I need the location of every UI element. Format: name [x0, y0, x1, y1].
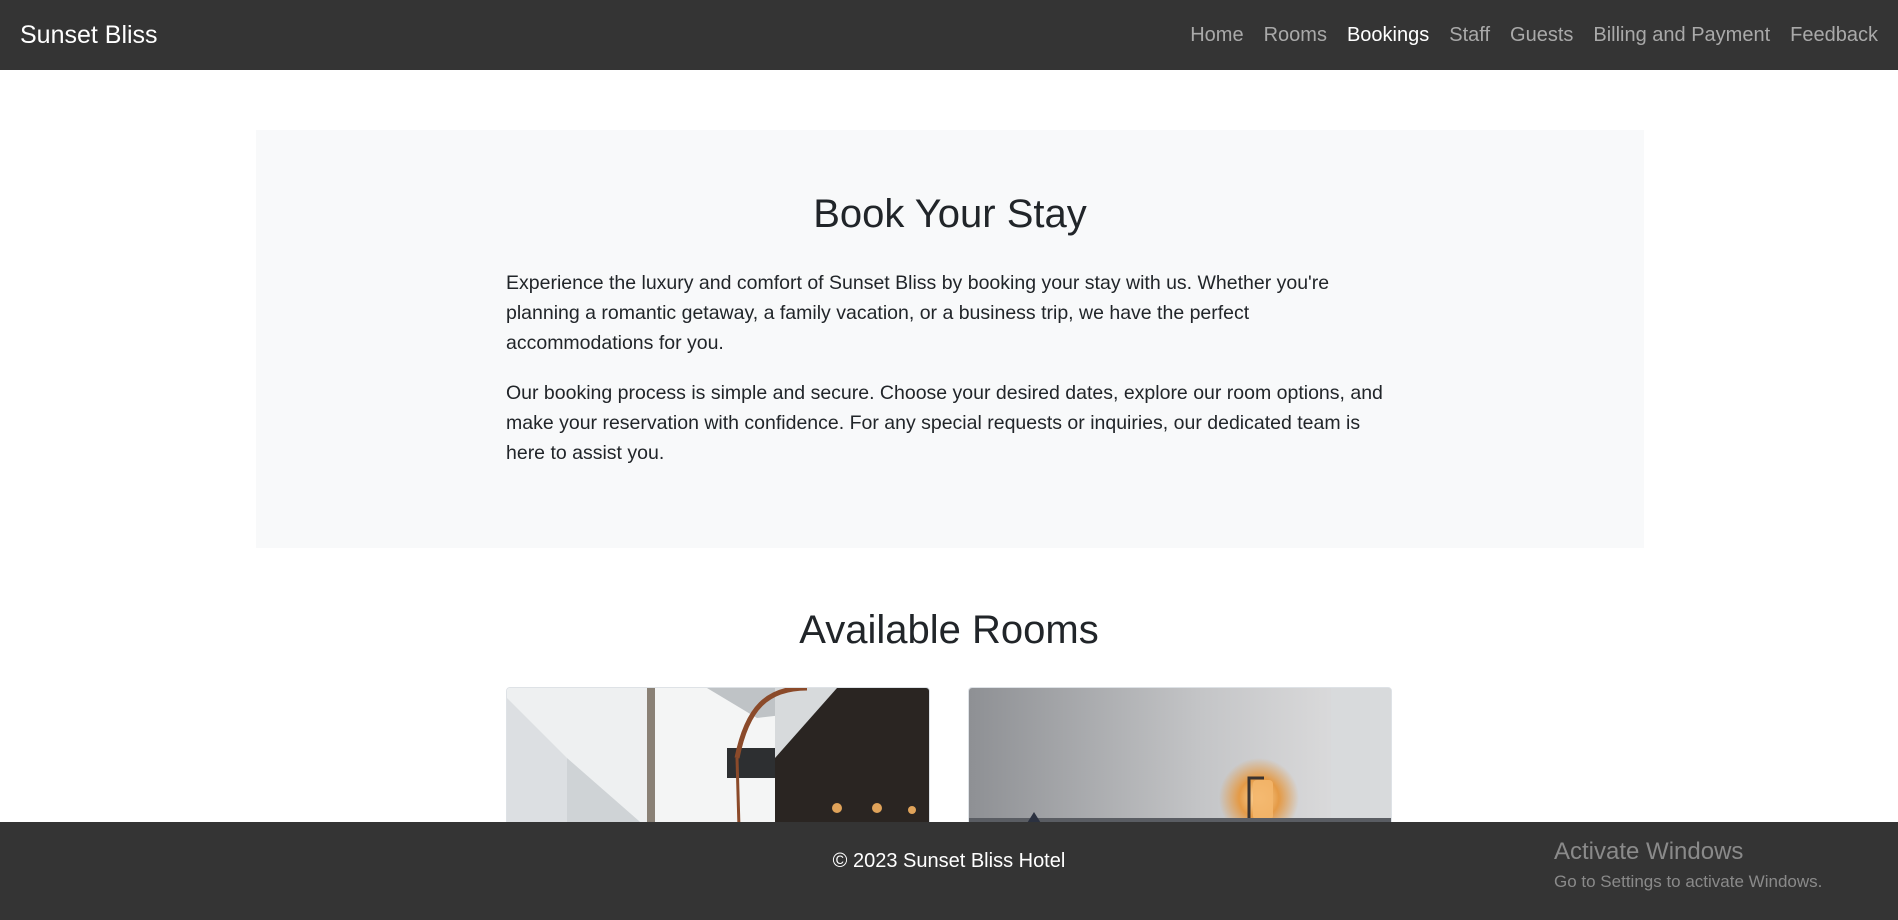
- hero-paragraph-2: Our booking process is simple and secure…: [506, 382, 1383, 464]
- nav-link-staff[interactable]: Staff: [1439, 24, 1500, 47]
- rooms-title: Available Rooms: [799, 608, 1099, 652]
- room-image-1: [507, 688, 929, 826]
- brand-link[interactable]: Sunset Bliss: [20, 21, 158, 50]
- footer: © 2023 Sunset Bliss Hotel Activate Windo…: [0, 822, 1898, 920]
- nav-links: Home Rooms Bookings Staff Guests Billing…: [1180, 24, 1878, 47]
- hero-section: Book Your Stay Experience the luxury and…: [256, 130, 1644, 548]
- windows-activation-watermark: Activate Windows Go to Settings to activ…: [1554, 838, 1822, 892]
- hero-paragraph-1: Experience the luxury and comfort of Sun…: [506, 272, 1330, 354]
- nav-link-bookings[interactable]: Bookings: [1337, 24, 1439, 47]
- room-card-2[interactable]: [968, 687, 1392, 827]
- room-card-1[interactable]: [506, 687, 930, 827]
- hero-title: Book Your Stay: [813, 192, 1087, 236]
- nav-link-billing[interactable]: Billing and Payment: [1583, 24, 1780, 47]
- room-image-2: [969, 688, 1391, 826]
- nav-link-rooms[interactable]: Rooms: [1254, 24, 1337, 47]
- nav-link-home[interactable]: Home: [1180, 24, 1253, 47]
- watermark-subtitle: Go to Settings to activate Windows.: [1554, 872, 1823, 891]
- navbar: Sunset Bliss Home Rooms Bookings Staff G…: [0, 0, 1898, 70]
- nav-link-guests[interactable]: Guests: [1500, 24, 1583, 47]
- nav-link-feedback[interactable]: Feedback: [1780, 24, 1878, 47]
- watermark-title: Activate Windows: [1554, 838, 1744, 865]
